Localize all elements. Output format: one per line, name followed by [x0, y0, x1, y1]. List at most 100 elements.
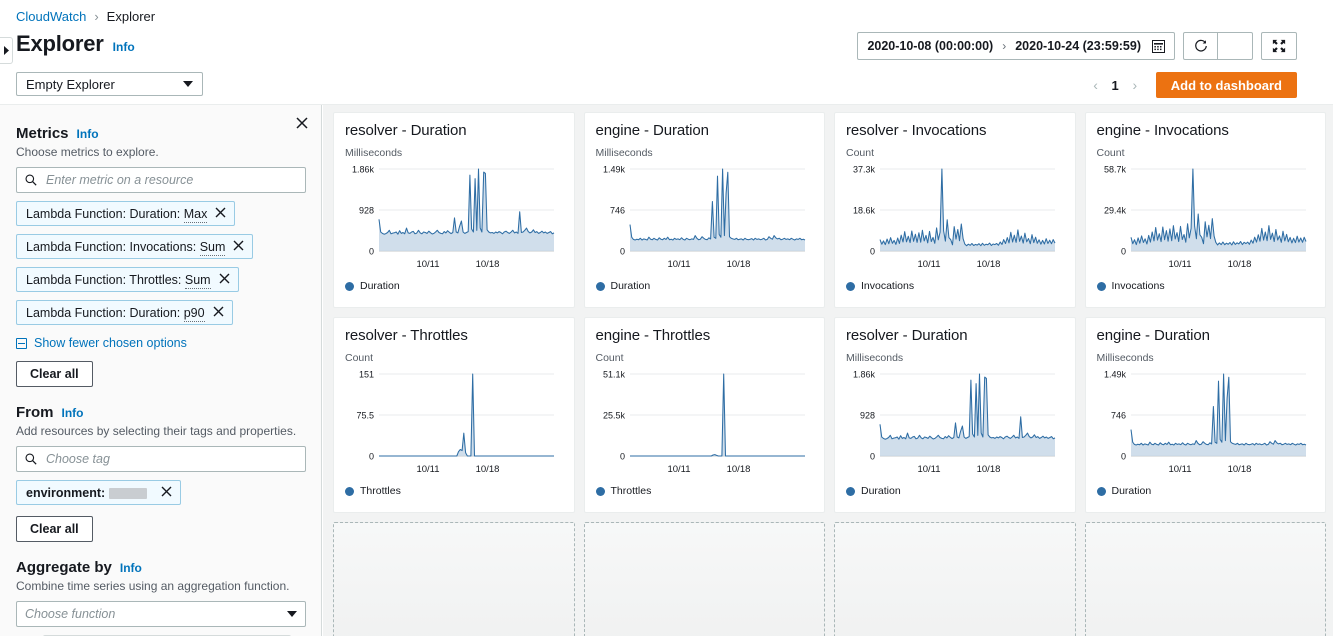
svg-text:10/11: 10/11 [416, 259, 439, 270]
widget-placeholder[interactable] [1084, 522, 1326, 636]
legend-label[interactable]: Invocations [861, 280, 914, 292]
metric-widget[interactable]: engine - Duration Milliseconds 0 746 1.49k… [1084, 317, 1326, 513]
legend-label[interactable]: Duration [1112, 485, 1152, 497]
svg-text:10/18: 10/18 [726, 259, 750, 270]
breadcrumb-cloudwatch[interactable]: CloudWatch [16, 9, 86, 24]
widget-title: resolver - Throttles [345, 327, 468, 344]
chart-svg: 0 746 1.49k 10/11 10/18 [1103, 370, 1306, 475]
sidebar-close-button[interactable] [292, 113, 312, 133]
legend-label[interactable]: Invocations [1112, 280, 1165, 292]
metric-widget[interactable]: resolver - Duration Milliseconds 0 928 1.8… [333, 112, 575, 308]
fullscreen-button[interactable] [1261, 32, 1297, 60]
aggregate-title: Aggregate by [16, 559, 112, 576]
metrics-info-link[interactable]: Info [77, 127, 99, 141]
widget-title: engine - Duration [1096, 327, 1210, 344]
metric-token[interactable]: Lambda Function: Invocations: Sum [16, 234, 254, 259]
date-range-picker[interactable]: 2020-10-08 (00:00:00) › 2020-10-24 (23:5… [857, 32, 1175, 60]
aggregate-info-link[interactable]: Info [120, 561, 142, 575]
from-tag-token-remove[interactable] [159, 486, 174, 499]
metric-widget[interactable]: resolver - Invocations Count 0 18.6k 37.3k… [834, 112, 1076, 308]
widget-y-axis-label: Count [1096, 147, 1125, 159]
chevron-down-icon [183, 81, 193, 87]
pagination-next[interactable]: › [1124, 72, 1146, 98]
widget-y-axis-label: Milliseconds [345, 147, 403, 159]
legend-label[interactable]: Throttles [611, 485, 652, 497]
widget-chart[interactable]: 0 75.5 151 10/11 10/18 [345, 366, 563, 478]
svg-text:10/18: 10/18 [977, 259, 1001, 270]
metric-token-remove[interactable] [213, 207, 228, 220]
widget-placeholder[interactable] [583, 522, 825, 636]
metric-token[interactable]: Lambda Function: Throttles: Sum [16, 267, 239, 292]
breadcrumb: CloudWatch › Explorer [16, 9, 155, 24]
metric-token-remove[interactable] [211, 306, 226, 319]
refresh-button[interactable] [1183, 32, 1218, 60]
metrics-clear-all-button[interactable]: Clear all [16, 361, 93, 387]
svg-text:0: 0 [619, 247, 624, 257]
breadcrumb-explorer[interactable]: Explorer [107, 9, 155, 24]
metric-token-label: Lambda Function: Duration: p90 [26, 305, 205, 322]
widget-chart[interactable]: 0 25.5k 51.1k 10/11 10/18 [596, 366, 814, 478]
aggregate-function-select[interactable]: Choose function [16, 601, 306, 627]
widget-legend: Duration [1096, 485, 1315, 497]
from-clear-all-button[interactable]: Clear all [16, 516, 93, 542]
metric-token[interactable]: Lambda Function: Duration: p90 [16, 300, 233, 325]
legend-color-dot [345, 486, 354, 496]
from-tag-token[interactable]: environment: [16, 480, 181, 505]
svg-text:0: 0 [369, 247, 374, 257]
widget-placeholder[interactable] [834, 522, 1076, 636]
chart-svg: 0 928 1.86k 10/11 10/18 [352, 165, 555, 270]
panel-collapse-toggle[interactable] [0, 37, 13, 64]
from-info-link[interactable]: Info [62, 406, 84, 420]
refresh-interval-dropdown[interactable]: chevron-down-icon [1218, 32, 1253, 60]
widget-chart[interactable]: 0 29.4k 58.7k 10/11 10/18 [1097, 161, 1315, 273]
metric-widget[interactable]: engine - Invocations Count 0 29.4k 58.7k 10… [1084, 112, 1326, 308]
metric-widget[interactable]: engine - Duration Milliseconds 0 746 1.49k… [583, 112, 825, 308]
widget-legend: Duration [846, 485, 1064, 497]
pagination-page-1[interactable]: 1 [1107, 78, 1124, 93]
svg-text:10/11: 10/11 [917, 464, 940, 475]
svg-text:25.5k: 25.5k [602, 411, 625, 421]
from-tag-search-box[interactable] [16, 446, 306, 472]
metric-widget[interactable]: resolver - Throttles Count 0 75.5 151 10/11… [333, 317, 575, 513]
widget-chart[interactable]: 0 746 1.49k 10/11 10/18 [596, 161, 814, 273]
metric-token-remove[interactable] [217, 273, 232, 286]
widget-legend: Invocations [1096, 280, 1315, 292]
legend-label[interactable]: Throttles [360, 485, 401, 497]
show-fewer-options-link[interactable]: Show fewer chosen options [16, 336, 305, 350]
metric-token-remove[interactable] [231, 240, 246, 253]
pagination-prev[interactable]: ‹ [1085, 72, 1107, 98]
widget-chart[interactable]: 0 928 1.86k 10/11 10/18 [345, 161, 563, 273]
metric-widget[interactable]: engine - Throttles Count 0 25.5k 51.1k 10/1… [583, 317, 825, 513]
metric-token[interactable]: Lambda Function: Duration: Max [16, 201, 236, 226]
widget-chart[interactable]: 0 18.6k 37.3k 10/11 10/18 [846, 161, 1064, 273]
svg-text:10/11: 10/11 [1168, 259, 1191, 270]
legend-label[interactable]: Duration [360, 280, 400, 292]
date-range-to: 2020-10-24 (23:59:59) [1015, 39, 1141, 53]
metrics-search-box[interactable] [16, 167, 306, 193]
refresh-icon [1194, 39, 1207, 52]
add-to-dashboard-button[interactable]: Add to dashboard [1155, 72, 1297, 98]
metric-widget[interactable]: resolver - Duration Milliseconds 0 928 1.8… [834, 317, 1076, 513]
metric-token-stat: Max [183, 206, 208, 223]
close-icon [296, 117, 308, 129]
widget-placeholder[interactable] [333, 522, 575, 636]
metric-token-label: Lambda Function: Duration: Max [26, 206, 208, 223]
svg-text:10/18: 10/18 [726, 464, 750, 475]
minus-box-icon [16, 337, 27, 349]
svg-text:0: 0 [619, 452, 624, 462]
aggregate-function-placeholder: Choose function [25, 607, 116, 621]
search-icon [25, 453, 37, 465]
metrics-search-input[interactable] [44, 172, 297, 188]
calendar-icon[interactable] [1152, 39, 1165, 53]
page-info-link[interactable]: Info [113, 40, 135, 54]
explorer-select[interactable]: Empty Explorer [16, 72, 203, 96]
svg-text:10/11: 10/11 [1168, 464, 1191, 475]
widget-chart[interactable]: 0 928 1.86k 10/11 10/18 [846, 366, 1064, 478]
legend-label[interactable]: Duration [611, 280, 651, 292]
legend-label[interactable]: Duration [861, 485, 901, 497]
legend-color-dot [1096, 281, 1106, 291]
widget-chart[interactable]: 0 746 1.49k 10/11 10/18 [1097, 366, 1315, 478]
widget-title: engine - Duration [595, 122, 709, 139]
svg-text:58.7k: 58.7k [1103, 165, 1126, 175]
from-tag-search-input[interactable] [44, 451, 297, 467]
